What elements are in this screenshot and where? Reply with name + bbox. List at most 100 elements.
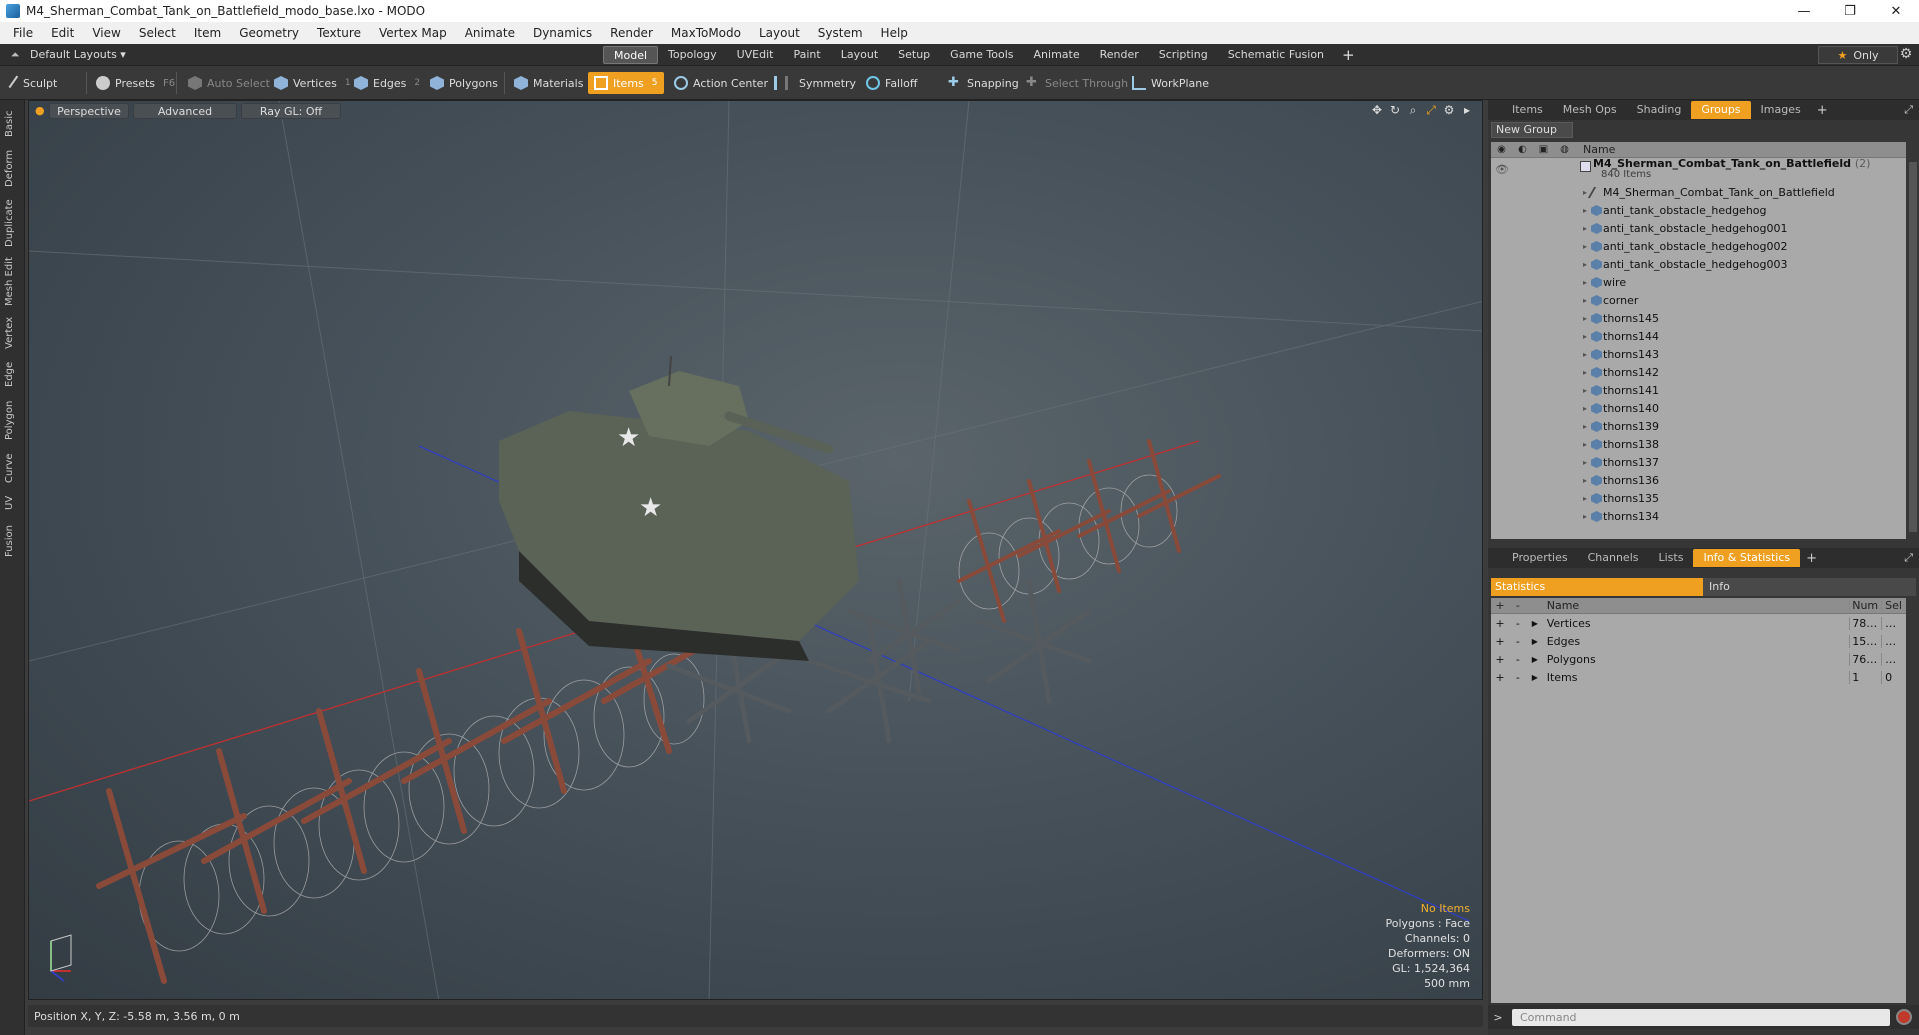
tab-polygon[interactable]: Polygon [4,396,20,444]
add-icon[interactable]: + [1491,635,1509,648]
workplane-button[interactable]: WorkPlane [1126,72,1215,94]
items-button[interactable]: Items 5 [588,72,664,94]
remove-icon[interactable]: - [1509,635,1527,648]
tree-item[interactable]: ▸ anti_tank_obstacle_hedgehog001 [1491,220,1906,238]
raygl-toggle[interactable]: Ray GL: Off [241,103,341,119]
viewport-expand-icon[interactable]: ▸ [1459,103,1475,119]
tab-paint[interactable]: Paint [784,46,831,64]
tree-item[interactable]: ▸ thorns136 [1491,472,1906,490]
tab-fusion[interactable]: Fusion [4,520,20,562]
add-icon[interactable]: + [1491,617,1509,630]
eye-icon[interactable]: 👁 [1495,161,1509,176]
remove-icon[interactable]: - [1509,617,1527,630]
3d-viewport[interactable]: ★ ★ ● Perspective Advanced Ray GL: Off ✥… [28,100,1483,1000]
tree-item[interactable]: ▸ corner [1491,292,1906,310]
tree-item[interactable]: ▸ thorns144 [1491,328,1906,346]
panel-expand-icon[interactable]: ⤢ [1904,103,1913,117]
action-center-button[interactable]: Action Center [668,72,774,94]
tab-shading[interactable]: Shading [1627,101,1692,119]
close-button[interactable]: ✕ [1873,0,1919,22]
add-icon[interactable]: + [1491,653,1509,666]
menu-geometry[interactable]: Geometry [230,26,308,40]
tab-duplicate[interactable]: Duplicate [4,196,20,250]
tab-topology[interactable]: Topology [658,46,727,64]
group-row[interactable]: 👁 M4_Sherman_Combat_Tank_on_Battlefield … [1491,157,1906,184]
menu-texture[interactable]: Texture [308,26,370,40]
tree-item[interactable]: ▸ thorns139 [1491,418,1906,436]
menu-help[interactable]: Help [872,26,917,40]
tab-properties[interactable]: Properties [1502,549,1578,567]
lock-column-icon[interactable]: ▣ [1533,144,1554,155]
symmetry-button[interactable]: Symmetry [768,72,862,94]
tree-item[interactable]: ▸ anti_tank_obstacle_hedgehog003 [1491,256,1906,274]
viewport-menu-dot[interactable]: ● [35,103,45,119]
menu-select[interactable]: Select [130,26,185,40]
properties-expand-icon[interactable]: ⤢ [1904,551,1913,565]
tree-item[interactable]: ▸ wire [1491,274,1906,292]
tree-item[interactable]: ▸ thorns145 [1491,310,1906,328]
move-view-icon[interactable]: ✥ [1369,103,1385,119]
menu-dynamics[interactable]: Dynamics [524,26,601,40]
tab-images[interactable]: Images [1751,101,1811,119]
new-group-button[interactable]: New Group [1491,122,1573,138]
tab-model[interactable]: Model [603,46,659,64]
menu-animate[interactable]: Animate [456,26,524,40]
viewport-settings-icon[interactable]: ⚙ [1441,103,1457,119]
menu-layout[interactable]: Layout [750,26,809,40]
expand-icon[interactable]: ▶ [1527,673,1543,682]
tab-animate[interactable]: Animate [1024,46,1090,64]
tree-item[interactable]: ▸ anti_tank_obstacle_hedgehog002 [1491,238,1906,256]
tree-item[interactable]: ▸ thorns134 [1491,508,1906,526]
command-input[interactable]: Command [1512,1008,1890,1026]
tab-info-statistics[interactable]: Info & Statistics [1693,549,1801,567]
tab-mesh-edit[interactable]: Mesh Edit [4,256,20,308]
render-column-icon[interactable]: ◐ [1512,144,1533,155]
tab-layout[interactable]: Layout [831,46,888,64]
stat-row-vertices[interactable]: + - ▶ Vertices 78…… [1491,614,1906,632]
tab-vertex[interactable]: Vertex [4,314,20,352]
rotate-view-icon[interactable]: ↻ [1387,103,1403,119]
visibility-column-icon[interactable]: ◉ [1491,144,1512,155]
shading-dropdown[interactable]: Advanced [133,103,237,119]
tab-deform[interactable]: Deform [4,148,20,188]
expand-icon[interactable]: ▶ [1527,655,1543,664]
stop-icon[interactable] [1896,1009,1912,1025]
tab-schematic-fusion[interactable]: Schematic Fusion [1218,46,1334,64]
tree-item[interactable]: ▸ thorns140 [1491,400,1906,418]
menu-file[interactable]: File [4,26,42,40]
subtab-statistics[interactable]: Statistics [1491,578,1703,596]
layout-toggle-icon[interactable]: ⏶ [8,48,22,62]
menu-render[interactable]: Render [601,26,662,40]
stat-row-polygons[interactable]: + - ▶ Polygons 76…… [1491,650,1906,668]
command-history-icon[interactable]: > [1488,1011,1508,1024]
stat-row-items[interactable]: + - ▶ Items 1 0 [1491,668,1906,686]
vertices-button[interactable]: Vertices 1 [268,72,357,94]
tree-item[interactable]: ▸ thorns138 [1491,436,1906,454]
materials-button[interactable]: Materials [508,72,589,94]
auto-select-button[interactable]: Auto Select [182,72,276,94]
select-column-icon[interactable]: ◍ [1554,144,1575,155]
snapping-button[interactable]: ✚ Snapping [942,72,1025,94]
add-tab-button[interactable]: + [1334,46,1363,64]
menu-maxtomodo[interactable]: MaxToModo [662,26,750,40]
tab-lists[interactable]: Lists [1649,549,1694,567]
gear-icon[interactable]: ⚙ [1896,46,1916,64]
layouts-label[interactable]: Default Layouts ▾ [30,48,126,61]
edges-button[interactable]: Edges 2 [348,72,426,94]
falloff-button[interactable]: Falloff [860,72,923,94]
perspective-dropdown[interactable]: Perspective [49,103,129,119]
maximize-button[interactable]: ❐ [1827,0,1873,22]
tab-uvedit[interactable]: UVEdit [727,46,784,64]
tab-uv[interactable]: UV [4,492,20,514]
layouts-dropdown[interactable]: ⏶ Default Layouts ▾ [0,48,600,62]
stat-row-edges[interactable]: + - ▶ Edges 15…… [1491,632,1906,650]
fit-view-icon[interactable]: ⤢ [1423,103,1439,119]
groups-scrollbar[interactable] [1909,162,1917,532]
minimize-button[interactable]: — [1781,0,1827,22]
menu-item[interactable]: Item [185,26,230,40]
subtab-info[interactable]: Info [1703,578,1916,596]
tab-render[interactable]: Render [1090,46,1149,64]
tab-setup[interactable]: Setup [888,46,940,64]
tab-basic[interactable]: Basic [4,106,20,142]
remove-icon[interactable]: - [1509,671,1527,684]
